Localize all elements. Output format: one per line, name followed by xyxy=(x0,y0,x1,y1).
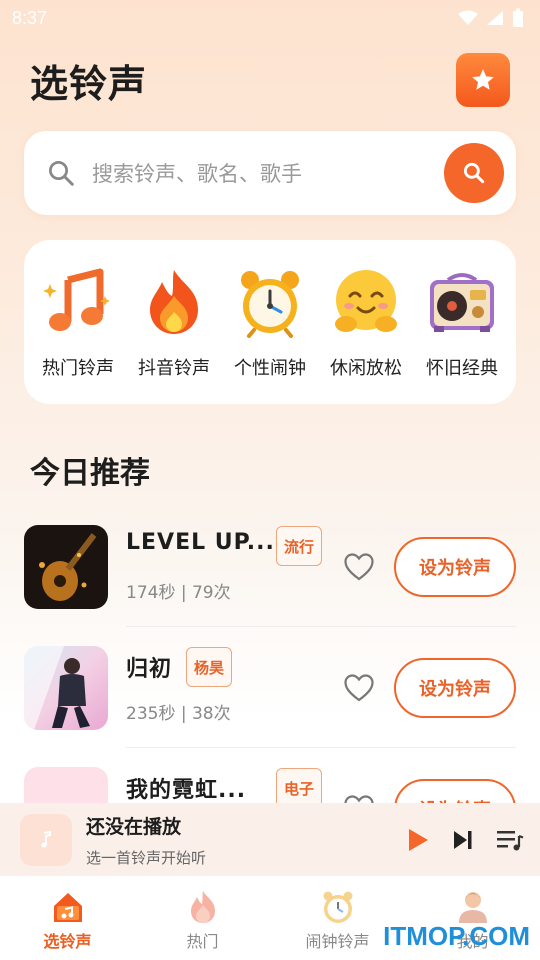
category-alarm[interactable]: 个性闹钟 xyxy=(224,264,316,380)
category-classic[interactable]: 怀旧经典 xyxy=(416,264,508,380)
song-tag: 电子 xyxy=(276,768,323,804)
song-title: 我的霓虹... xyxy=(126,778,247,803)
player-title: 还没在播放 xyxy=(86,815,182,838)
fire-icon xyxy=(136,264,212,340)
playlist-icon[interactable] xyxy=(496,828,524,852)
header: 选铃声 xyxy=(30,52,510,108)
song-row[interactable]: LEVEL UP... 流行 174秒 | 79次 设为铃声 xyxy=(0,506,540,627)
nav-select-ringtone[interactable]: 选铃声 xyxy=(0,876,135,960)
player-text: 还没在播放 选一首铃声开始听 xyxy=(86,812,406,868)
category-hot-ringtones[interactable]: 热门铃声 xyxy=(32,264,124,380)
status-time: 8:37 xyxy=(12,7,48,28)
fire-icon xyxy=(184,888,222,926)
favorites-button[interactable] xyxy=(456,53,510,107)
search-input[interactable]: 搜索铃声、歌名、歌手 xyxy=(92,158,444,188)
alarm-clock-icon xyxy=(232,264,308,340)
category-label: 怀旧经典 xyxy=(426,358,498,379)
nav-label: 闹钟铃声 xyxy=(305,932,370,951)
category-label: 个性闹钟 xyxy=(234,358,306,379)
battery-icon xyxy=(513,8,523,27)
song-row[interactable]: 我的霓虹... 电子 设为铃声 xyxy=(0,748,540,804)
song-cover xyxy=(24,767,108,804)
category-grid: 热门铃声 抖音铃声 个性闹钟 休闲放松 怀旧经典 xyxy=(24,240,516,404)
nav-hot[interactable]: 热门 xyxy=(135,876,270,960)
section-title: 今日推荐 xyxy=(30,456,150,491)
category-label: 休闲放松 xyxy=(330,358,402,379)
search-icon xyxy=(463,162,485,184)
set-ringtone-button[interactable]: 设为铃声 xyxy=(394,658,516,718)
song-title: LEVEL UP... xyxy=(126,530,275,555)
song-meta: 235秒 | 38次 xyxy=(126,704,231,724)
heart-icon[interactable] xyxy=(344,674,374,702)
nav-label: 选铃声 xyxy=(43,932,92,951)
song-tag: 流行 xyxy=(276,526,323,566)
player-subtitle: 选一首铃声开始听 xyxy=(86,848,207,867)
home-music-icon xyxy=(49,888,87,926)
set-ringtone-button[interactable]: 设为铃声 xyxy=(394,537,516,597)
player-controls xyxy=(406,827,524,853)
set-ringtone-button[interactable]: 设为铃声 xyxy=(394,779,516,804)
wifi-icon xyxy=(458,10,478,25)
next-track-icon[interactable] xyxy=(452,829,474,851)
smiley-hug-icon xyxy=(328,264,404,340)
song-cover xyxy=(24,646,108,730)
search-icon xyxy=(49,161,74,186)
status-icons xyxy=(458,8,524,28)
play-icon[interactable] xyxy=(406,827,430,853)
song-cover xyxy=(24,525,108,609)
star-icon xyxy=(472,69,494,90)
radio-icon xyxy=(424,264,500,340)
category-douyin-ringtones[interactable]: 抖音铃声 xyxy=(128,264,220,380)
category-label: 热门铃声 xyxy=(42,358,114,379)
song-tag: 杨昊 xyxy=(186,647,233,687)
player-cover xyxy=(20,813,72,866)
song-row[interactable]: 归初 杨昊 235秒 | 38次 设为铃声 xyxy=(0,627,540,748)
category-relax[interactable]: 休闲放松 xyxy=(320,264,412,380)
song-title: 归初 xyxy=(126,657,173,682)
mini-player[interactable]: 还没在播放 选一首铃声开始听 xyxy=(0,803,540,876)
nav-label: 热门 xyxy=(186,932,219,951)
alarm-clock-icon xyxy=(319,888,357,926)
page-title: 选铃声 xyxy=(30,61,148,106)
watermark: ITMOP.COM xyxy=(383,921,530,951)
heart-icon[interactable] xyxy=(344,553,374,581)
signal-icon xyxy=(487,11,503,25)
category-label: 抖音铃声 xyxy=(138,358,210,379)
search-bar[interactable]: 搜索铃声、歌名、歌手 xyxy=(24,131,516,215)
song-meta: 174秒 | 79次 xyxy=(126,583,231,603)
search-button[interactable] xyxy=(444,143,504,203)
music-note-icon xyxy=(41,830,51,847)
music-note-icon xyxy=(40,264,116,340)
status-bar: 8:37 xyxy=(0,0,540,36)
